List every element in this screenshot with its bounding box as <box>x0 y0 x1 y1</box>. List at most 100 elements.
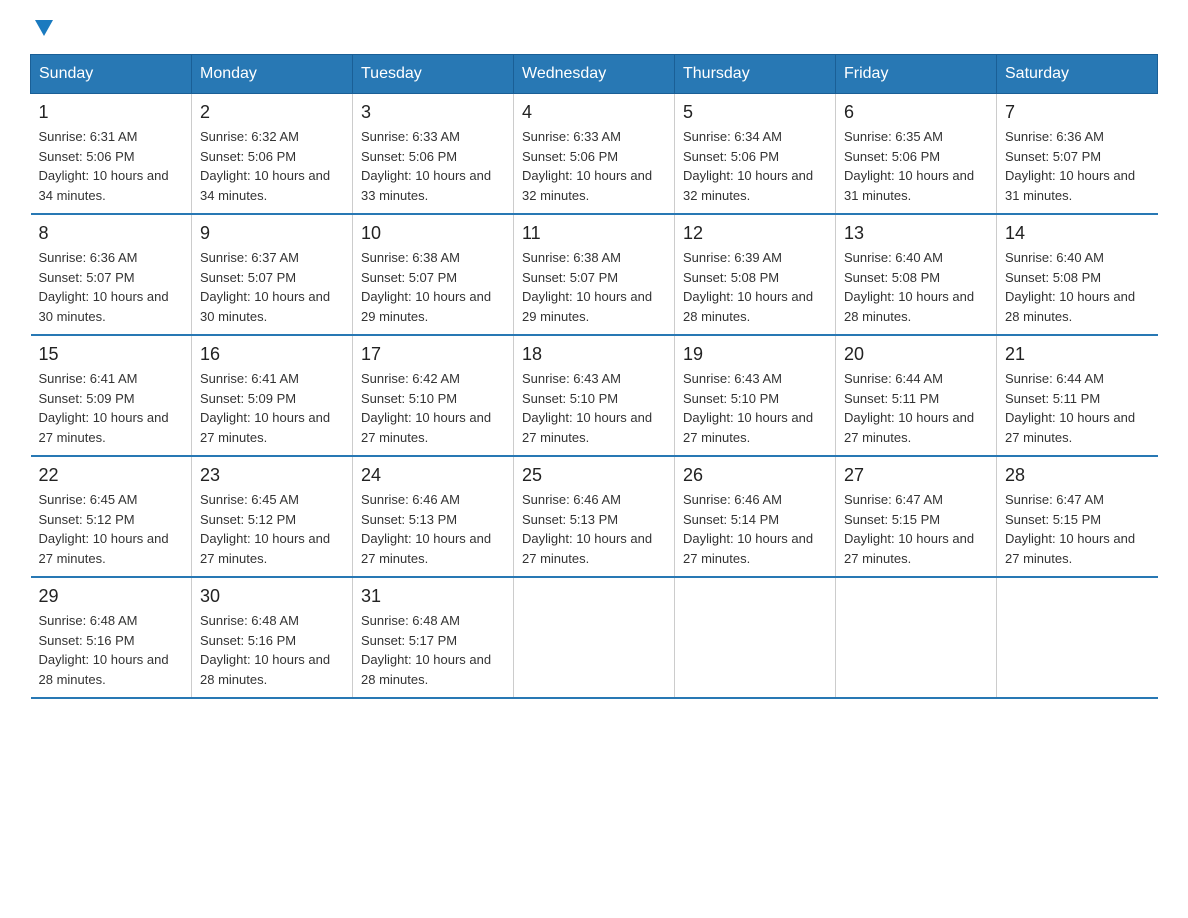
calendar-cell: 7Sunrise: 6:36 AMSunset: 5:07 PMDaylight… <box>997 94 1158 215</box>
daylight-info: Daylight: 10 hours and 27 minutes. <box>522 531 652 566</box>
sunrise-time: Sunrise: 6:44 AM <box>1005 371 1104 386</box>
sunrise-time: Sunrise: 6:43 AM <box>683 371 782 386</box>
day-number: 24 <box>361 465 505 486</box>
sunrise-time: Sunrise: 6:41 AM <box>200 371 299 386</box>
daylight-info: Daylight: 10 hours and 27 minutes. <box>844 531 974 566</box>
day-info: Sunrise: 6:38 AMSunset: 5:07 PMDaylight:… <box>522 248 666 326</box>
day-info: Sunrise: 6:48 AMSunset: 5:16 PMDaylight:… <box>200 611 344 689</box>
sunset-time: Sunset: 5:13 PM <box>361 512 457 527</box>
day-number: 14 <box>1005 223 1150 244</box>
day-info: Sunrise: 6:43 AMSunset: 5:10 PMDaylight:… <box>683 369 827 447</box>
column-header-saturday: Saturday <box>997 55 1158 94</box>
calendar-cell: 27Sunrise: 6:47 AMSunset: 5:15 PMDayligh… <box>836 456 997 577</box>
day-info: Sunrise: 6:36 AMSunset: 5:07 PMDaylight:… <box>1005 127 1150 205</box>
calendar-cell: 18Sunrise: 6:43 AMSunset: 5:10 PMDayligh… <box>514 335 675 456</box>
daylight-info: Daylight: 10 hours and 28 minutes. <box>683 289 813 324</box>
sunrise-time: Sunrise: 6:37 AM <box>200 250 299 265</box>
sunrise-time: Sunrise: 6:34 AM <box>683 129 782 144</box>
day-number: 29 <box>39 586 184 607</box>
calendar-week-row: 29 Sunrise: 6:48 AM Sunset: 5:16 PM Dayligh… <box>31 577 1158 698</box>
daylight-info: Daylight: 10 hours and 31 minutes. <box>844 168 974 203</box>
daylight-info: Daylight: 10 hours and 34 minutes. <box>39 168 169 203</box>
sunset-time: Sunset: 5:15 PM <box>1005 512 1101 527</box>
day-info: Sunrise: 6:41 AMSunset: 5:09 PMDaylight:… <box>200 369 344 447</box>
column-header-monday: Monday <box>192 55 353 94</box>
day-number: 30 <box>200 586 344 607</box>
sunrise-time: Sunrise: 6:46 AM <box>683 492 782 507</box>
calendar-cell: 17Sunrise: 6:42 AMSunset: 5:10 PMDayligh… <box>353 335 514 456</box>
daylight-info: Daylight: 10 hours and 27 minutes. <box>361 531 491 566</box>
day-number: 9 <box>200 223 344 244</box>
day-number: 10 <box>361 223 505 244</box>
calendar-cell: 29 Sunrise: 6:48 AM Sunset: 5:16 PM Dayligh… <box>31 577 192 698</box>
sunrise-time: Sunrise: 6:46 AM <box>361 492 460 507</box>
day-number: 21 <box>1005 344 1150 365</box>
day-info: Sunrise: 6:46 AMSunset: 5:14 PMDaylight:… <box>683 490 827 568</box>
daylight-info: Daylight: 10 hours and 28 minutes. <box>1005 289 1135 324</box>
calendar-cell: 14Sunrise: 6:40 AMSunset: 5:08 PMDayligh… <box>997 214 1158 335</box>
sunrise-time: Sunrise: 6:42 AM <box>361 371 460 386</box>
column-header-tuesday: Tuesday <box>353 55 514 94</box>
day-info: Sunrise: 6:43 AMSunset: 5:10 PMDaylight:… <box>522 369 666 447</box>
logo-triangle-icon <box>35 20 53 36</box>
day-number: 20 <box>844 344 988 365</box>
sunset-time: Sunset: 5:07 PM <box>361 270 457 285</box>
daylight-info: Daylight: 10 hours and 28 minutes. <box>39 652 169 687</box>
calendar-cell: 12Sunrise: 6:39 AMSunset: 5:08 PMDayligh… <box>675 214 836 335</box>
calendar-cell: 26Sunrise: 6:46 AMSunset: 5:14 PMDayligh… <box>675 456 836 577</box>
day-number: 16 <box>200 344 344 365</box>
sunset-time: Sunset: 5:10 PM <box>361 391 457 406</box>
daylight-info: Daylight: 10 hours and 27 minutes. <box>200 531 330 566</box>
calendar-cell: 13Sunrise: 6:40 AMSunset: 5:08 PMDayligh… <box>836 214 997 335</box>
day-info: Sunrise: 6:34 AMSunset: 5:06 PMDaylight:… <box>683 127 827 205</box>
calendar-cell: 15Sunrise: 6:41 AMSunset: 5:09 PMDayligh… <box>31 335 192 456</box>
calendar-cell: 23Sunrise: 6:45 AMSunset: 5:12 PMDayligh… <box>192 456 353 577</box>
sunrise-time: Sunrise: 6:46 AM <box>522 492 621 507</box>
sunrise-time: Sunrise: 6:45 AM <box>39 492 138 507</box>
day-info: Sunrise: 6:31 AMSunset: 5:06 PMDaylight:… <box>39 127 184 205</box>
calendar-cell: 24 Sunrise: 6:46 AM Sunset: 5:13 PM Dayligh… <box>353 456 514 577</box>
day-info: Sunrise: 6:45 AMSunset: 5:12 PMDaylight:… <box>39 490 184 568</box>
day-number: 17 <box>361 344 505 365</box>
day-info: Sunrise: 6:33 AMSunset: 5:06 PMDaylight:… <box>361 127 505 205</box>
logo <box>30 20 53 34</box>
day-info: Sunrise: 6:48 AM Sunset: 5:16 PM Daylight:… <box>39 611 184 689</box>
daylight-info: Daylight: 10 hours and 27 minutes. <box>1005 410 1135 445</box>
sunset-time: Sunset: 5:07 PM <box>522 270 618 285</box>
daylight-info: Daylight: 10 hours and 30 minutes. <box>39 289 169 324</box>
day-info: Sunrise: 6:47 AMSunset: 5:15 PMDaylight:… <box>1005 490 1150 568</box>
sunrise-time: Sunrise: 6:36 AM <box>39 250 138 265</box>
sunset-time: Sunset: 5:12 PM <box>200 512 296 527</box>
sunset-time: Sunset: 5:10 PM <box>522 391 618 406</box>
daylight-info: Daylight: 10 hours and 27 minutes. <box>522 410 652 445</box>
day-info: Sunrise: 6:36 AM Sunset: 5:07 PM Daylight:… <box>39 248 184 326</box>
daylight-info: Daylight: 10 hours and 27 minutes. <box>844 410 974 445</box>
sunset-time: Sunset: 5:06 PM <box>844 149 940 164</box>
sunset-time: Sunset: 5:16 PM <box>39 633 135 648</box>
calendar-cell: 19Sunrise: 6:43 AMSunset: 5:10 PMDayligh… <box>675 335 836 456</box>
calendar-cell: 9Sunrise: 6:37 AMSunset: 5:07 PMDaylight… <box>192 214 353 335</box>
sunrise-time: Sunrise: 6:33 AM <box>361 129 460 144</box>
sunset-time: Sunset: 5:07 PM <box>39 270 135 285</box>
daylight-info: Daylight: 10 hours and 27 minutes. <box>39 410 169 445</box>
calendar-cell: 8Sunrise: 6:36 AMSunset: 5:07 PMDaylight… <box>31 214 192 335</box>
sunset-time: Sunset: 5:11 PM <box>1005 391 1100 406</box>
calendar-week-row: 22Sunrise: 6:45 AMSunset: 5:12 PMDayligh… <box>31 456 1158 577</box>
sunrise-time: Sunrise: 6:31 AM <box>39 129 138 144</box>
calendar-cell: 4Sunrise: 6:33 AMSunset: 5:06 PMDaylight… <box>514 94 675 215</box>
calendar-cell: 11Sunrise: 6:38 AMSunset: 5:07 PMDayligh… <box>514 214 675 335</box>
sunrise-time: Sunrise: 6:38 AM <box>361 250 460 265</box>
sunset-time: Sunset: 5:07 PM <box>1005 149 1101 164</box>
sunset-time: Sunset: 5:08 PM <box>683 270 779 285</box>
sunrise-time: Sunrise: 6:48 AM <box>39 613 138 628</box>
daylight-info: Daylight: 10 hours and 34 minutes. <box>200 168 330 203</box>
calendar-cell: 10Sunrise: 6:38 AMSunset: 5:07 PMDayligh… <box>353 214 514 335</box>
calendar-cell <box>675 577 836 698</box>
day-number: 5 <box>683 102 827 123</box>
sunrise-time: Sunrise: 6:41 AM <box>39 371 138 386</box>
day-number: 23 <box>200 465 344 486</box>
calendar-cell: 22Sunrise: 6:45 AMSunset: 5:12 PMDayligh… <box>31 456 192 577</box>
calendar-cell: 20Sunrise: 6:44 AMSunset: 5:11 PMDayligh… <box>836 335 997 456</box>
day-info: Sunrise: 6:41 AMSunset: 5:09 PMDaylight:… <box>39 369 184 447</box>
calendar-cell <box>836 577 997 698</box>
